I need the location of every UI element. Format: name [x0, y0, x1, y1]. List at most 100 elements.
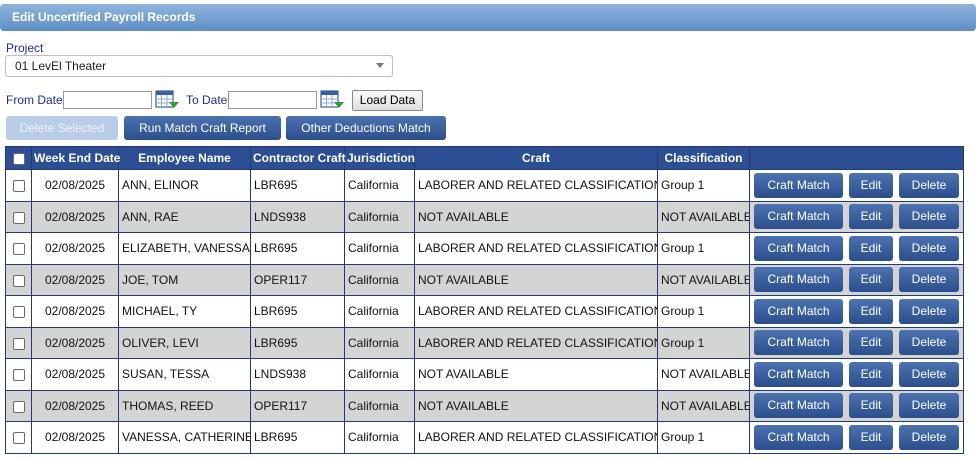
calendar-icon[interactable]: [320, 89, 345, 110]
row-select-cell: [5, 295, 32, 328]
delete-button[interactable]: Delete: [899, 204, 959, 230]
table-row: 02/08/2025 OLIVER, LEVI LBR695 California LA…: [5, 326, 964, 359]
contractor-craft-cell: LBR695: [250, 295, 345, 328]
row-select-cell: [5, 421, 32, 454]
jurisdiction-cell: California: [344, 389, 415, 422]
other-deductions-match-button[interactable]: Other Deductions Match: [286, 116, 446, 140]
jurisdiction-cell: California: [344, 326, 415, 359]
classification-cell: NOT AVAILABLE: [657, 389, 750, 422]
edit-button[interactable]: Edit: [849, 393, 893, 419]
craft-match-button[interactable]: Craft Match: [754, 361, 843, 387]
table-header-row: Week End Date Employee Name Contractor C…: [5, 146, 964, 170]
contractor-craft-cell: LBR695: [250, 169, 345, 202]
from-date-input[interactable]: [63, 91, 152, 109]
craft-match-button[interactable]: Craft Match: [754, 424, 843, 450]
select-all-checkbox[interactable]: [12, 152, 25, 165]
week-end-date-cell: 02/08/2025: [31, 295, 119, 328]
project-select-value: 01 LevEl Theater: [15, 59, 107, 73]
row-select-cell: [5, 326, 32, 359]
row-actions-cell: Craft Match Edit Delete: [749, 263, 964, 296]
run-match-craft-report-button[interactable]: Run Match Craft Report: [124, 116, 281, 140]
edit-button[interactable]: Edit: [849, 361, 893, 387]
delete-button[interactable]: Delete: [899, 330, 959, 356]
contractor-craft-cell: OPER117: [250, 263, 345, 296]
classification-cell: Group 1: [657, 295, 750, 328]
craft-cell: LABORER AND RELATED CLASSIFICATIONS: [414, 169, 658, 202]
column-header[interactable]: Contractor Craft: [250, 146, 346, 170]
contractor-craft-cell: LBR695: [250, 232, 345, 265]
row-checkbox[interactable]: [12, 180, 25, 193]
week-end-date-cell: 02/08/2025: [31, 358, 119, 391]
project-select[interactable]: 01 LevEl Theater: [5, 55, 393, 77]
column-header[interactable]: Jurisdiction: [344, 146, 415, 170]
classification-cell: NOT AVAILABLE: [657, 200, 750, 233]
employee-name-cell: VANESSA, CATHERINE: [118, 421, 251, 454]
row-actions-cell: Craft Match Edit Delete: [749, 326, 964, 359]
craft-cell: LABORER AND RELATED CLASSIFICATIONS: [414, 232, 658, 265]
row-checkbox[interactable]: [12, 274, 25, 287]
week-end-date-cell: 02/08/2025: [31, 326, 119, 359]
column-header[interactable]: Employee Name: [118, 146, 251, 170]
calendar-icon[interactable]: [155, 89, 180, 110]
craft-cell: NOT AVAILABLE: [414, 358, 658, 391]
table-row: 02/08/2025 SUSAN, TESSA LNDS938 California N…: [5, 358, 964, 391]
row-checkbox[interactable]: [12, 432, 25, 445]
craft-match-button[interactable]: Craft Match: [754, 204, 843, 230]
row-actions-cell: Craft Match Edit Delete: [749, 358, 964, 391]
row-checkbox[interactable]: [12, 400, 25, 413]
jurisdiction-cell: California: [344, 421, 415, 454]
delete-selected-button[interactable]: Delete Selected: [6, 116, 118, 140]
chevron-down-icon: [376, 63, 384, 68]
craft-match-button[interactable]: Craft Match: [754, 330, 843, 356]
edit-button[interactable]: Edit: [849, 330, 893, 356]
to-date-input[interactable]: [228, 91, 317, 109]
to-date-label: To Date: [186, 93, 228, 107]
week-end-date-cell: 02/08/2025: [31, 389, 119, 422]
edit-button[interactable]: Edit: [849, 204, 893, 230]
craft-match-button[interactable]: Craft Match: [754, 298, 843, 324]
load-data-button[interactable]: Load Data: [352, 90, 423, 111]
edit-button[interactable]: Edit: [849, 172, 893, 198]
column-header[interactable]: Craft: [414, 146, 658, 170]
column-header[interactable]: Week End Date: [31, 146, 120, 170]
edit-button[interactable]: Edit: [849, 267, 893, 293]
week-end-date-cell: 02/08/2025: [31, 263, 119, 296]
craft-match-button[interactable]: Craft Match: [754, 267, 843, 293]
delete-button[interactable]: Delete: [899, 424, 959, 450]
classification-cell: Group 1: [657, 326, 750, 359]
payroll-records-table: Week End Date Employee Name Contractor C…: [5, 146, 964, 454]
row-checkbox[interactable]: [12, 337, 25, 350]
row-checkbox[interactable]: [12, 369, 25, 382]
delete-button[interactable]: Delete: [899, 235, 959, 261]
edit-button[interactable]: Edit: [849, 424, 893, 450]
delete-button[interactable]: Delete: [899, 298, 959, 324]
row-checkbox[interactable]: [12, 211, 25, 224]
craft-match-button[interactable]: Craft Match: [754, 393, 843, 419]
delete-button[interactable]: Delete: [899, 267, 959, 293]
craft-match-button[interactable]: Craft Match: [754, 235, 843, 261]
table-row: 02/08/2025 MICHAEL, TY LBR695 California LAB…: [5, 295, 964, 328]
craft-cell: LABORER AND RELATED CLASSIFICATIONS: [414, 295, 658, 328]
row-checkbox[interactable]: [12, 243, 25, 256]
craft-cell: NOT AVAILABLE: [414, 263, 658, 296]
row-actions-cell: Craft Match Edit Delete: [749, 200, 964, 233]
jurisdiction-cell: California: [344, 295, 415, 328]
row-actions-cell: Craft Match Edit Delete: [749, 169, 964, 202]
row-select-cell: [5, 232, 32, 265]
edit-button[interactable]: Edit: [849, 235, 893, 261]
week-end-date-cell: 02/08/2025: [31, 421, 119, 454]
craft-match-button[interactable]: Craft Match: [754, 172, 843, 198]
delete-button[interactable]: Delete: [899, 172, 959, 198]
jurisdiction-cell: California: [344, 169, 415, 202]
table-row: 02/08/2025 VANESSA, CATHERINE LBR695 Califo…: [5, 421, 964, 454]
contractor-craft-cell: OPER117: [250, 389, 345, 422]
column-header[interactable]: Classification: [657, 146, 750, 170]
select-all-cell: [5, 146, 32, 170]
employee-name-cell: OLIVER, LEVI: [118, 326, 251, 359]
row-checkbox[interactable]: [12, 306, 25, 319]
delete-button[interactable]: Delete: [899, 393, 959, 419]
row-select-cell: [5, 169, 32, 202]
edit-button[interactable]: Edit: [849, 298, 893, 324]
delete-button[interactable]: Delete: [899, 361, 959, 387]
table-row: 02/08/2025 THOMAS, REED OPER117 California N…: [5, 389, 964, 422]
